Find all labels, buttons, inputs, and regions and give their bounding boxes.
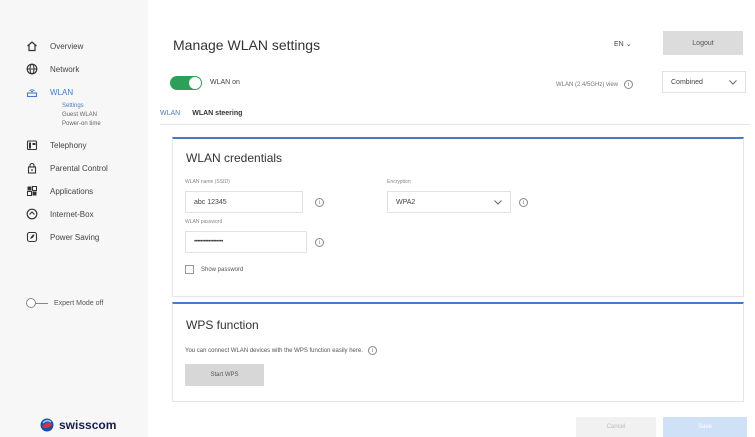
- box-icon: [26, 208, 38, 220]
- chevron-down-icon: ⌄: [625, 41, 632, 48]
- brand-name: swisscom: [59, 418, 117, 432]
- wlan-view-select[interactable]: Combined: [662, 71, 746, 93]
- subnav-item-guest-wlan[interactable]: Guest WLAN: [62, 111, 148, 120]
- sidebar-item-label: Telephony: [50, 140, 87, 150]
- wps-card: WPS function You can connect WLAN device…: [172, 302, 744, 402]
- start-wps-button[interactable]: Start WPS: [185, 364, 264, 386]
- info-icon[interactable]: i: [519, 198, 528, 207]
- encryption-label: Encryption: [387, 179, 411, 185]
- toggle-switch-icon: [26, 298, 48, 308]
- info-icon[interactable]: i: [624, 80, 634, 89]
- wlan-password-input[interactable]: ••••••••••••••••••: [185, 231, 307, 253]
- wlan-subnav: Settings Guest WLAN Power-on time: [0, 102, 148, 129]
- wlan-credentials-card: WLAN credentials WLAN name (SSID) abc 12…: [172, 137, 744, 297]
- lock-icon: [26, 162, 38, 174]
- chevron-down-icon: [494, 199, 502, 205]
- sidebar-item-wlan[interactable]: WLAN: [0, 82, 148, 102]
- wlan-toggle-label: WLAN on: [210, 79, 240, 86]
- encryption-select[interactable]: WPA2: [387, 191, 511, 213]
- subnav-item-settings[interactable]: Settings: [62, 102, 148, 111]
- sidebar-item-network[interactable]: Network: [0, 59, 148, 79]
- language-value: EN: [614, 41, 624, 48]
- info-icon[interactable]: i: [315, 198, 324, 207]
- wlan-password-label: WLAN password: [185, 219, 223, 225]
- sidebar-item-applications[interactable]: Applications: [0, 181, 148, 201]
- sidebar-item-power-saving[interactable]: Power Saving: [0, 227, 148, 247]
- brand-logo: swisscom: [40, 418, 116, 432]
- card-title: WLAN credentials: [186, 151, 283, 165]
- logout-button[interactable]: Logout: [663, 31, 743, 55]
- save-button[interactable]: Save: [663, 417, 747, 437]
- wlan-view-text: WLAN (2.4/5GHz) view: [556, 81, 619, 88]
- show-password-label: Show password: [201, 267, 244, 273]
- tab-wlan-steering[interactable]: WLAN steering: [192, 110, 242, 121]
- sidebar-item-label: Parental Control: [50, 163, 108, 173]
- card-title: WPS function: [186, 318, 259, 332]
- sidebar-item-label: Network: [50, 64, 80, 74]
- tab-divider: [160, 124, 750, 125]
- sidebar-item-label: Overview: [50, 41, 84, 51]
- info-icon[interactable]: i: [315, 238, 324, 247]
- sidebar-nav: Overview Network WLAN Settings Guest WLA…: [0, 36, 148, 250]
- expert-mode-label: Expert Mode off: [54, 299, 104, 307]
- power-icon: [26, 231, 38, 243]
- sidebar: Overview Network WLAN Settings Guest WLA…: [0, 0, 148, 437]
- sidebar-item-label: Power Saving: [50, 232, 100, 242]
- show-password-checkbox[interactable]: [185, 265, 194, 274]
- wps-description-text: You can connect WLAN devices with the WP…: [185, 347, 363, 354]
- expert-mode-toggle[interactable]: Expert Mode off: [26, 298, 103, 308]
- toggle-knob: [189, 77, 201, 89]
- phone-icon: [26, 139, 38, 151]
- wps-description: You can connect WLAN devices with the WP…: [185, 346, 377, 355]
- page-title: Manage WLAN settings: [173, 37, 321, 53]
- sidebar-item-overview[interactable]: Overview: [0, 36, 148, 56]
- chevron-down-icon: [729, 79, 737, 85]
- wlan-view-value: Combined: [671, 78, 703, 86]
- apps-icon: [26, 185, 38, 197]
- wlan-name-label: WLAN name (SSID): [185, 179, 230, 185]
- tab-bar: WLAN WLAN steering: [160, 110, 254, 121]
- language-selector[interactable]: EN ⌄: [614, 40, 632, 48]
- wlan-name-input[interactable]: abc 12345: [185, 191, 303, 213]
- sidebar-item-parental-control[interactable]: Parental Control: [0, 158, 148, 178]
- home-icon: [26, 40, 38, 52]
- swisscom-logo-icon: [40, 418, 54, 432]
- sidebar-item-internet-box[interactable]: Internet-Box: [0, 204, 148, 224]
- sidebar-item-label: WLAN: [50, 87, 74, 97]
- wlan-toggle[interactable]: [170, 76, 202, 90]
- globe-icon: [26, 63, 38, 75]
- sidebar-item-label: Internet-Box: [50, 209, 94, 219]
- info-icon[interactable]: i: [367, 346, 377, 355]
- wlan-icon: [26, 86, 38, 98]
- sidebar-item-label: Applications: [50, 186, 94, 196]
- encryption-value: WPA2: [396, 198, 416, 206]
- cancel-button[interactable]: Cancel: [576, 417, 656, 437]
- sidebar-item-telephony[interactable]: Telephony: [0, 135, 148, 155]
- tab-wlan[interactable]: WLAN: [160, 110, 180, 121]
- subnav-item-power-on-time[interactable]: Power-on time: [62, 120, 148, 129]
- main-content: Manage WLAN settings EN ⌄ Logout WLAN on…: [148, 0, 755, 437]
- wlan-view-label: WLAN (2.4/5GHz) view i: [556, 80, 634, 89]
